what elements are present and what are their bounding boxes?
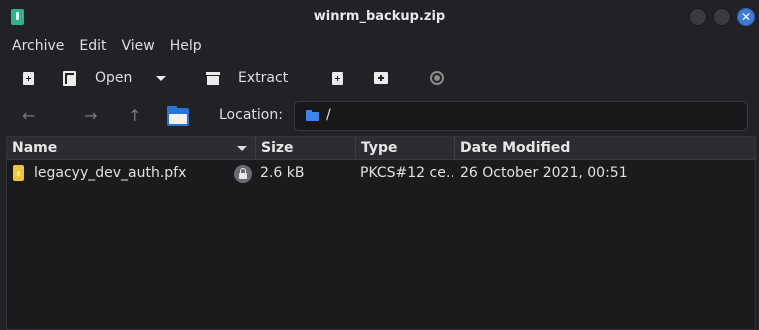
- up-button[interactable]: ↑: [128, 106, 141, 125]
- file-size: 2.6 kB: [260, 165, 305, 181]
- location-bar: ← → ↑ Location: /: [0, 100, 759, 132]
- menu-edit[interactable]: Edit: [79, 38, 106, 54]
- file-date: 26 October 2021, 00:51: [460, 165, 628, 181]
- close-button[interactable]: ✕: [737, 8, 755, 26]
- title-bar[interactable]: winrm_backup.zip ✕: [0, 0, 759, 34]
- stop-button[interactable]: [430, 62, 444, 94]
- back-button[interactable]: ←: [22, 106, 35, 125]
- column-size-label: Size: [261, 140, 294, 156]
- maximize-button[interactable]: [713, 8, 731, 26]
- lock-icon: [234, 165, 252, 183]
- file-row[interactable]: legacyy_dev_auth.pfx 2.6 kB PKCS#12 ce… …: [7, 162, 755, 186]
- toolbar: Open Extract: [0, 62, 759, 94]
- forward-button[interactable]: →: [84, 106, 97, 125]
- sort-descending-icon: [237, 146, 247, 151]
- new-archive-icon: [23, 71, 34, 85]
- open-label: Open: [95, 70, 133, 86]
- open-icon: [63, 71, 76, 86]
- location-field[interactable]: /: [294, 101, 748, 131]
- home-folder-button[interactable]: [167, 106, 189, 126]
- stop-icon: [430, 71, 444, 85]
- archive-manager-window: winrm_backup.zip ✕ Archive Edit View Hel…: [0, 0, 759, 330]
- file-name: legacyy_dev_auth.pfx: [34, 165, 187, 181]
- menu-view[interactable]: View: [122, 38, 155, 54]
- column-type-header[interactable]: Type: [356, 137, 455, 160]
- chevron-down-icon: [156, 75, 166, 81]
- folder-paper: [169, 114, 187, 124]
- column-date-label: Date Modified: [460, 140, 571, 156]
- add-folder-button[interactable]: [374, 62, 388, 94]
- location-value[interactable]: /: [326, 107, 331, 123]
- menu-archive[interactable]: Archive: [12, 38, 64, 54]
- column-date-header[interactable]: Date Modified: [455, 137, 755, 160]
- extract-button[interactable]: Extract: [206, 62, 288, 94]
- extract-label: Extract: [238, 70, 289, 86]
- open-button[interactable]: Open: [63, 62, 132, 94]
- new-archive-button[interactable]: [23, 62, 34, 94]
- close-icon: ✕: [740, 10, 752, 24]
- file-list[interactable]: Name Size Type Date Modified legacyy_dev…: [6, 136, 756, 330]
- column-name-header[interactable]: Name: [7, 137, 256, 160]
- column-type-label: Type: [361, 140, 398, 156]
- add-files-button[interactable]: [332, 62, 343, 94]
- folder-icon: [306, 110, 319, 121]
- window-title: winrm_backup.zip: [313, 9, 446, 24]
- open-recent-dropdown[interactable]: [156, 62, 166, 94]
- file-type: PKCS#12 ce…: [360, 165, 453, 181]
- extract-icon: [206, 71, 220, 85]
- column-size-header[interactable]: Size: [256, 137, 356, 160]
- file-icon: [13, 165, 24, 181]
- add-files-icon: [332, 71, 343, 85]
- location-label: Location:: [219, 107, 283, 123]
- list-header: Name Size Type Date Modified: [7, 137, 755, 160]
- menu-bar: Archive Edit View Help: [0, 34, 759, 58]
- minimize-button[interactable]: [689, 8, 707, 26]
- add-folder-icon: [374, 72, 388, 84]
- column-name-label: Name: [12, 140, 58, 156]
- menu-help[interactable]: Help: [170, 38, 202, 54]
